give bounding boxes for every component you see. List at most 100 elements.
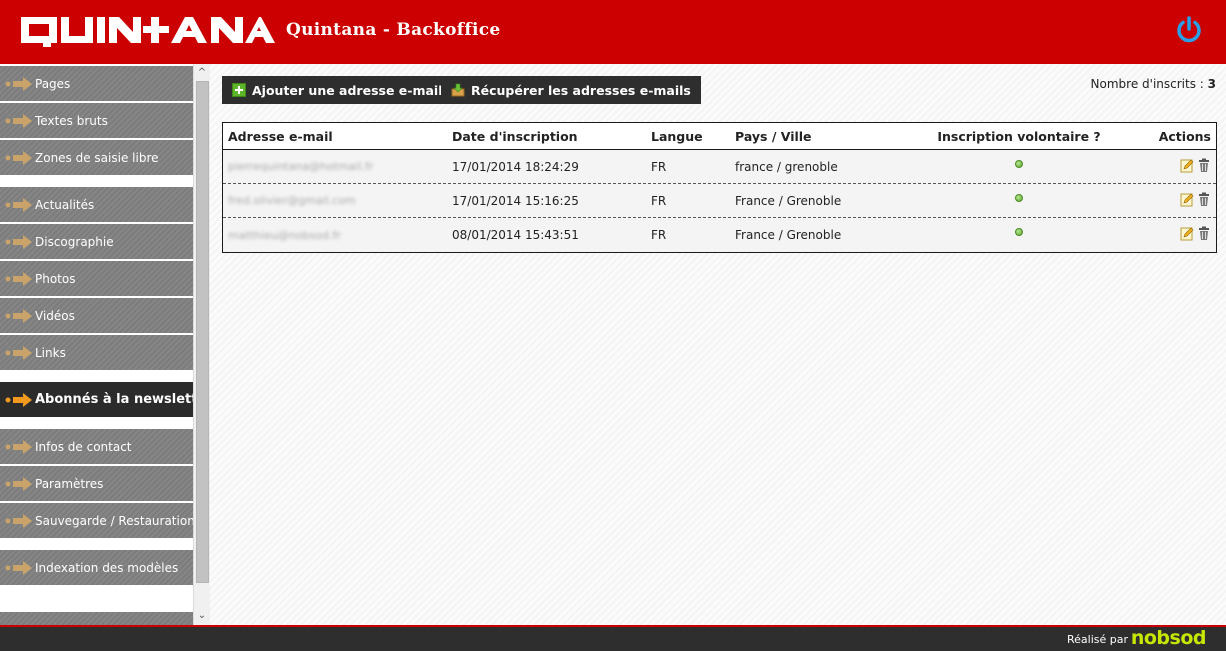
sidebar-item-indexation[interactable]: Indexation des modèles [0,550,193,586]
arrow-right-icon [5,476,32,491]
sidebar-item-label: Infos de contact [35,439,132,454]
sidebar-item-newsletter[interactable]: Abonnés à la newsletter [0,382,210,418]
made-by-label: Réalisé par [1066,633,1128,646]
sidebar-item-zones-saisie[interactable]: Zones de saisie libre [0,140,193,176]
arrow-right-icon [5,113,32,128]
main-content: Ajouter une adresse e-mail Récupérer les… [210,64,1226,625]
voluntary-cell [900,159,1138,174]
column-header-email[interactable]: Adresse e-mail [223,129,447,144]
app-title: Quintana - Backoffice [286,20,501,40]
sidebar-item-parametres[interactable]: Paramètres [0,466,193,502]
language-cell: FR [651,159,667,174]
sidebar-item-label: Links [35,345,66,360]
location-cell: France / Grenoble [735,193,842,208]
location-cell: France / Grenoble [735,228,842,242]
sidebar-item-label: Photos [35,271,76,286]
status-dot-icon [1015,228,1023,236]
sidebar-item-videos[interactable]: Vidéos [0,298,193,334]
date-cell: 17/01/2014 18:24:29 [452,159,579,174]
email-cell: pierrequintana@hotmail.fr [228,160,374,173]
sidebar-item-label: Indexation des modèles [35,560,179,575]
table-row: pierrequintana@hotmail.fr 17/01/2014 18:… [223,150,1216,184]
add-email-label: Ajouter une adresse e-mail [252,82,443,98]
export-emails-label: Récupérer les adresses e-mails [471,82,691,98]
status-dot-icon [1015,193,1023,202]
sidebar-item-discographie[interactable]: Discographie [0,224,193,260]
arrow-right-icon [5,560,32,575]
sidebar: Pages Textes bruts Zones de saisie libre… [0,64,210,625]
column-header-location[interactable]: Pays / Ville [730,129,900,144]
sidebar-item-label: Zones de saisie libre [35,150,159,165]
delete-icon[interactable] [1197,226,1211,241]
date-cell: 17/01/2014 15:16:25 [452,193,579,208]
table-header: Adresse e-mail Date d'inscription Langue… [223,123,1216,150]
column-header-actions: Actions [1158,128,1211,144]
sidebar-item-label: Actualités [35,197,95,212]
table-row: fred.olivier@gmail.com 17/01/2014 15:16:… [223,184,1216,218]
sidebar-item-label: Discographie [35,234,114,249]
scrollbar-thumb[interactable] [196,81,209,583]
arrow-right-icon [5,513,32,528]
delete-icon[interactable] [1197,158,1211,173]
sidebar-item-label: Abonnés à la newsletter [35,392,210,407]
voluntary-cell [900,193,1138,208]
power-icon[interactable] [1174,15,1204,45]
download-icon [451,83,465,97]
arrow-right-icon [5,234,32,249]
column-header-voluntary[interactable]: Inscription volontaire ? [900,129,1138,144]
arrow-right-icon [5,392,32,407]
edit-icon[interactable] [1180,158,1194,173]
location-cell: france / grenoble [735,159,838,174]
add-icon [232,83,246,97]
actions-cell [1138,192,1216,210]
export-emails-button[interactable]: Récupérer les adresses e-mails [441,76,701,104]
sidebar-item-label: Vidéos [35,308,75,323]
sidebar-item-pages[interactable]: Pages [0,66,193,102]
email-cell: matthieu@nobsod.fr [228,228,341,242]
sidebar-item-photos[interactable]: Photos [0,261,193,297]
sidebar-item-label: Paramètres [35,476,104,491]
table-row: matthieu@nobsod.fr 08/01/2014 15:43:51 F… [223,218,1216,252]
sidebar-scrollbar[interactable]: ^ ⌄ [193,64,210,625]
quintana-logo [21,17,275,47]
subscribers-table: Adresse e-mail Date d'inscription Langue… [222,122,1217,253]
footer-bar: Réalisé par nobsod [0,625,1226,651]
language-cell: FR [651,193,667,208]
actions-cell [1138,226,1216,244]
scroll-up-icon[interactable]: ^ [194,65,210,81]
subscriber-count-value: 3 [1207,77,1216,91]
arrow-right-icon [5,345,32,360]
column-header-language[interactable]: Langue [646,129,730,144]
arrow-right-icon [5,271,32,286]
edit-icon[interactable] [1180,192,1194,207]
sidebar-item-links[interactable]: Links [0,335,193,371]
arrow-right-icon [5,308,32,323]
nobsod-logo[interactable]: nobsod [1131,627,1207,649]
arrow-right-icon [5,197,32,212]
arrow-right-icon [5,150,32,165]
subscriber-count-label: Nombre d'inscrits : [1090,77,1204,91]
sidebar-item-label: Sauvegarde / Restauration [35,513,195,528]
sidebar-item-sauvegarde[interactable]: Sauvegarde / Restauration [0,503,195,539]
arrow-right-icon [5,76,32,91]
sidebar-item-contact[interactable]: Infos de contact [0,429,193,465]
scroll-down-icon[interactable]: ⌄ [194,608,210,624]
arrow-right-icon [5,439,32,454]
sidebar-item-partial[interactable] [0,612,193,625]
sidebar-item-label: Pages [35,76,71,91]
subscriber-count: Nombre d'inscrits : 3 [1091,77,1216,91]
add-email-button[interactable]: Ajouter une adresse e-mail [222,76,453,104]
date-cell: 08/01/2014 15:43:51 [452,228,579,242]
sidebar-item-actualites[interactable]: Actualités [0,187,193,223]
voluntary-cell [900,228,1138,242]
status-dot-icon [1015,159,1023,168]
sidebar-item-textes-bruts[interactable]: Textes bruts [0,103,193,139]
delete-icon[interactable] [1197,192,1211,207]
column-header-date[interactable]: Date d'inscription [447,129,646,144]
language-cell: FR [651,228,667,242]
sidebar-item-label: Textes bruts [35,113,108,128]
edit-icon[interactable] [1180,226,1194,241]
header-bar: Quintana - Backoffice [0,0,1226,64]
email-cell: fred.olivier@gmail.com [228,194,356,207]
actions-cell [1138,158,1216,176]
